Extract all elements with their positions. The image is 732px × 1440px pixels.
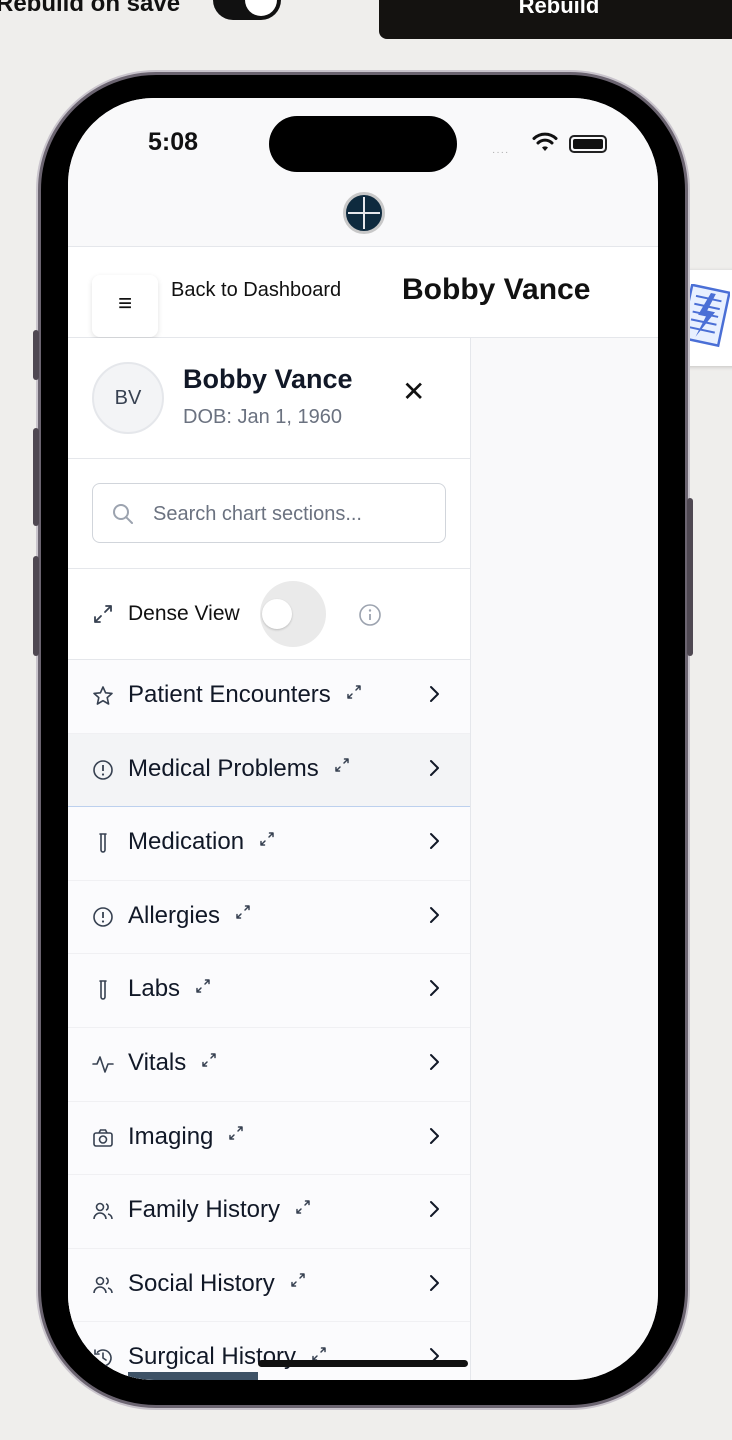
content-pane — [471, 338, 658, 1380]
status-bar: 5:08 ···· — [68, 98, 658, 190]
chart-section-nav: Patient Encounters Medical Problems Medica… — [68, 660, 470, 1380]
dense-view-row: Dense View — [68, 569, 470, 660]
chevron-right-icon — [430, 980, 439, 997]
search-input[interactable] — [153, 498, 433, 530]
nav-item[interactable]: Patient Encounters — [68, 660, 470, 734]
nav-item[interactable]: Imaging — [68, 1101, 470, 1176]
activity-icon — [92, 1056, 114, 1073]
expand-icon[interactable] — [200, 1051, 218, 1069]
nav-item-text: Vitals — [128, 1048, 187, 1076]
battery-icon — [569, 135, 607, 153]
expand-icon[interactable] — [227, 1124, 245, 1142]
nav-item-label: Surgical History — [128, 1343, 328, 1372]
chevron-right-icon — [430, 1127, 439, 1144]
search-section — [68, 459, 470, 569]
toggle-knob — [245, 0, 277, 16]
rebuild-on-save-toggle[interactable] — [213, 0, 281, 20]
phone-button — [687, 498, 693, 656]
home-indicator[interactable] — [258, 1360, 468, 1367]
expand-icon[interactable] — [234, 903, 252, 921]
rebuild-button[interactable]: Rebuild — [379, 0, 732, 39]
signal-icon: ···· — [492, 147, 510, 158]
test-tube-icon — [99, 980, 107, 1001]
nav-item[interactable]: Social History — [68, 1248, 470, 1323]
toggle-knob — [262, 599, 292, 629]
chevron-right-icon — [430, 906, 439, 923]
status-time: 5:08 — [148, 128, 199, 156]
camera-icon — [93, 1128, 113, 1147]
expand-icon[interactable] — [294, 1198, 312, 1216]
phone-button — [33, 330, 39, 380]
search-icon — [113, 504, 133, 524]
nav-item-text: Patient Encounters — [128, 681, 331, 708]
dense-view-label: Dense View — [128, 602, 240, 625]
nav-item-text: Medical Problems — [128, 754, 319, 782]
phone-screen: 5:08 ···· ≡ Back to Dashboard Bobby Vanc… — [68, 98, 658, 1380]
patient-dob: DOB: Jan 1, 1960 — [183, 406, 342, 428]
back-to-dashboard-link[interactable]: Back to Dashboard — [171, 279, 341, 302]
nav-item-text: Allergies — [128, 901, 221, 929]
scroll-indicator — [128, 1372, 258, 1380]
nav-item-text: Social History — [128, 1269, 275, 1297]
chart-sidebar: BV Bobby Vance DOB: Jan 1, 1960 ✕ Dense … — [68, 338, 471, 1380]
star-icon — [93, 686, 113, 705]
app-logo-bar — [68, 190, 658, 246]
chevron-right-icon — [430, 759, 439, 776]
users-icon — [93, 1276, 113, 1293]
expand-icon[interactable] — [258, 830, 276, 848]
phone-button — [33, 556, 39, 656]
avatar: BV — [92, 362, 164, 434]
alert-circle-icon — [93, 759, 113, 780]
nav-item-label: Labs — [128, 975, 212, 1004]
nav-item[interactable]: Medical Problems — [68, 733, 470, 808]
chevron-right-icon — [430, 1274, 439, 1291]
nav-item[interactable]: Family History — [68, 1175, 470, 1249]
page-title: Bobby Vance — [402, 273, 591, 306]
info-icon[interactable] — [358, 603, 382, 627]
chevron-right-icon — [430, 686, 439, 702]
nav-item-label: Allergies — [128, 902, 252, 931]
app-logo — [343, 192, 385, 234]
dynamic-island — [269, 116, 457, 172]
alert-circle-icon — [93, 906, 113, 927]
nav-item[interactable]: Vitals — [68, 1027, 470, 1102]
nav-item-label: Patient Encounters — [128, 681, 363, 710]
rebuild-on-save-label: Rebuild on save — [0, 0, 181, 17]
patient-card: BV Bobby Vance DOB: Jan 1, 1960 ✕ — [68, 338, 470, 459]
expand-icon — [94, 605, 112, 623]
nav-item-text: Imaging — [128, 1122, 214, 1150]
chevron-right-icon — [430, 1053, 439, 1070]
nav-item-label: Medication — [128, 828, 276, 857]
chevron-right-icon — [430, 1201, 439, 1218]
dense-view-toggle[interactable] — [260, 581, 326, 647]
expand-icon[interactable] — [345, 683, 363, 701]
nav-item-label: Imaging — [128, 1123, 245, 1152]
phone-button — [33, 428, 39, 526]
nav-item-text: Family History — [128, 1196, 281, 1224]
nav-item-label: Vitals — [128, 1049, 218, 1078]
expand-icon[interactable] — [194, 977, 212, 995]
page-header: ≡ Back to Dashboard Bobby Vance — [68, 246, 658, 338]
users-icon — [93, 1202, 113, 1220]
test-tube-icon — [99, 833, 107, 853]
patient-name: Bobby Vance — [183, 364, 353, 394]
menu-button[interactable]: ≡ — [92, 275, 158, 337]
nav-item-text: Labs — [128, 975, 181, 1003]
wifi-icon — [532, 132, 558, 151]
nav-item[interactable]: Labs — [68, 954, 470, 1028]
close-icon[interactable]: ✕ — [402, 378, 425, 406]
history-icon — [94, 1349, 112, 1368]
chevron-right-icon — [430, 833, 439, 850]
nav-item-text: Medication — [128, 828, 245, 856]
nav-item-label: Family History — [128, 1196, 312, 1225]
search-box[interactable] — [92, 483, 446, 543]
expand-icon[interactable] — [333, 756, 351, 774]
nav-item[interactable]: Medication — [68, 807, 470, 881]
expand-icon[interactable] — [289, 1271, 307, 1289]
nav-item-label: Social History — [128, 1270, 307, 1299]
nav-item-label: Medical Problems — [128, 755, 351, 784]
nav-item[interactable]: Allergies — [68, 880, 470, 955]
